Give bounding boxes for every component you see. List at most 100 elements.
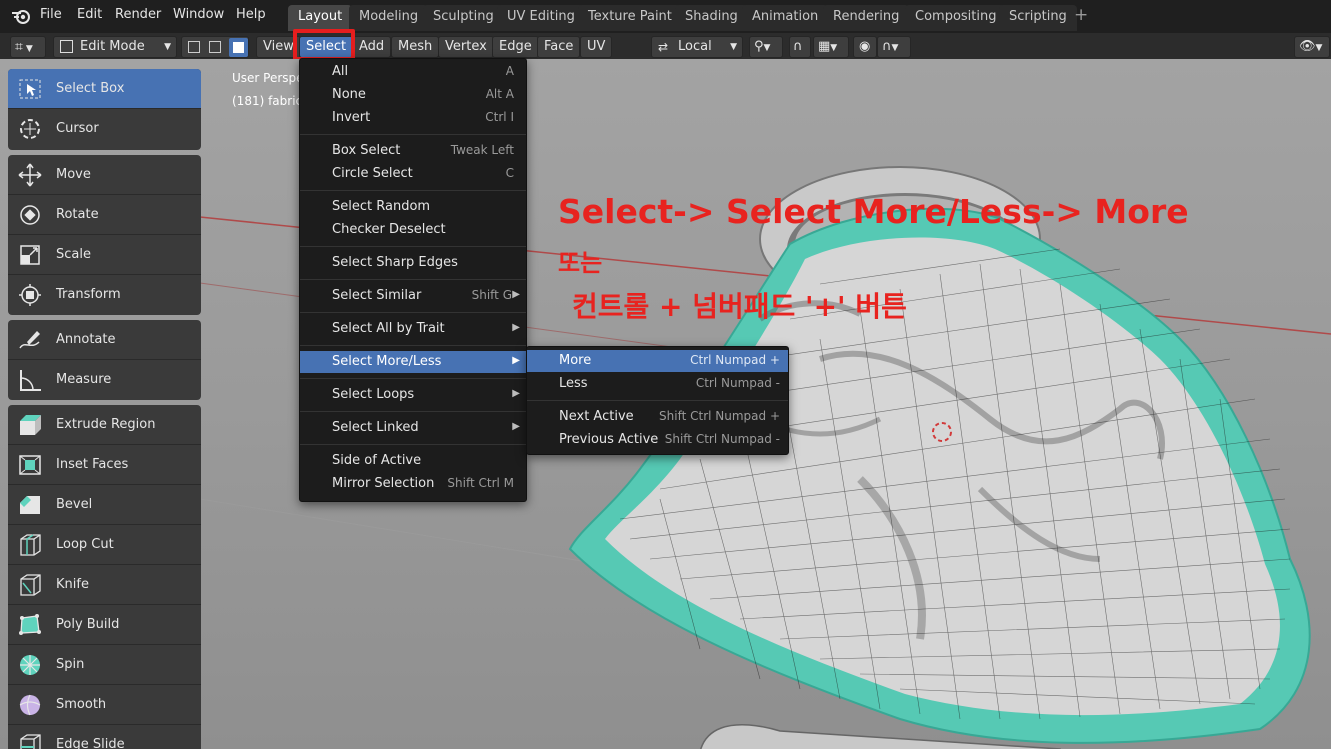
tab-modeling[interactable]: Modeling	[349, 5, 429, 31]
tab-animation[interactable]: Animation	[742, 5, 829, 31]
face-menu[interactable]: Face	[537, 36, 581, 58]
pivot-point-button[interactable]: ⚲▼	[749, 36, 783, 58]
menu-edit[interactable]: Edit	[77, 7, 102, 22]
tab-shading[interactable]: Shading	[675, 5, 748, 31]
chevron-down-icon: ▼	[763, 43, 771, 53]
extrude-region-icon	[17, 413, 43, 437]
edge-menu[interactable]: Edge	[492, 36, 539, 58]
menu-item-circle-select[interactable]: Circle Select C	[300, 163, 526, 185]
edge-select-icon[interactable]	[209, 41, 221, 53]
menu-item-side-of-active[interactable]: Side of Active	[300, 450, 526, 472]
tool-label: Inset Faces	[56, 457, 129, 472]
bevel-icon	[17, 493, 43, 517]
visibility-dropdown[interactable]: 👁▼	[1294, 36, 1330, 58]
orientation-icon: ⇄	[658, 40, 669, 54]
chevron-down-icon: ▼	[164, 42, 171, 52]
tab-uv-editing[interactable]: UV Editing	[497, 5, 585, 31]
menu-item-none[interactable]: None Alt A	[300, 84, 526, 106]
tool-label: Rotate	[56, 207, 99, 222]
tool-poly-build[interactable]: Poly Build	[8, 605, 201, 645]
menu-item-select-linked[interactable]: Select Linked ▶	[300, 417, 526, 439]
menu-item-select-random[interactable]: Select Random	[300, 196, 526, 218]
menu-render[interactable]: Render	[115, 7, 161, 22]
tool-group-transform: Move Rotate Scale Transform	[8, 155, 201, 315]
menu-window[interactable]: Window	[173, 7, 224, 22]
move-icon	[17, 163, 43, 187]
mode-dropdown[interactable]: Edit Mode ▼	[53, 36, 177, 58]
tool-annotate[interactable]: Annotate	[8, 320, 201, 360]
proportional-edit-toggle[interactable]: ◉	[853, 36, 877, 58]
menu-file[interactable]: File	[40, 7, 62, 22]
menu-item-select-similar[interactable]: Select Similar Shift G ▶	[300, 285, 526, 307]
annotation-line-3: 컨트롤 + 넘버패드 '+' 버튼	[572, 290, 907, 323]
menu-item-select-sharp-edges[interactable]: Select Sharp Edges	[300, 252, 526, 274]
knife-icon	[17, 573, 43, 597]
menu-item-box-select[interactable]: Box Select Tweak Left	[300, 140, 526, 162]
mesh-menu[interactable]: Mesh	[391, 36, 440, 58]
menu-item-select-more-less[interactable]: Select More/Less ▶	[300, 351, 526, 373]
tab-sculpting[interactable]: Sculpting	[423, 5, 504, 31]
menu-separator	[300, 312, 526, 313]
transform-icon	[17, 283, 43, 307]
menu-item-mirror-selection[interactable]: Mirror Selection Shift Ctrl M	[300, 473, 526, 495]
snap-settings-button[interactable]: ▦▼	[813, 36, 849, 58]
tool-knife[interactable]: Knife	[8, 565, 201, 605]
tool-select-box[interactable]: Select Box	[8, 69, 201, 109]
menu-item-select-all-by-trait[interactable]: Select All by Trait ▶	[300, 318, 526, 340]
menu-item-more[interactable]: More Ctrl Numpad +	[527, 350, 788, 372]
snap-toggle[interactable]: ∩	[789, 36, 811, 58]
tool-extrude-region[interactable]: Extrude Region	[8, 405, 201, 445]
menu-item-all[interactable]: All A	[300, 61, 526, 83]
transform-orientation-dropdown[interactable]: ⇄ Local ▼	[651, 36, 743, 58]
editor-type-button[interactable]: ⌗ ▼	[10, 36, 46, 58]
tool-transform[interactable]: Transform	[8, 275, 201, 315]
menu-item-checker-deselect[interactable]: Checker Deselect	[300, 219, 526, 241]
tool-inset-faces[interactable]: Inset Faces	[8, 445, 201, 485]
tool-spin[interactable]: Spin	[8, 645, 201, 685]
tool-group-annotate: Annotate Measure	[8, 320, 201, 400]
menu-item-less[interactable]: Less Ctrl Numpad -	[527, 373, 788, 395]
vertex-select-icon[interactable]	[188, 41, 200, 53]
tab-layout[interactable]: Layout	[288, 5, 353, 31]
tool-edge-slide[interactable]: Edge Slide	[8, 725, 201, 749]
inset-faces-icon	[17, 453, 43, 477]
menu-item-next-active[interactable]: Next Active Shift Ctrl Numpad +	[527, 406, 788, 428]
tool-label: Loop Cut	[56, 537, 114, 552]
tool-label: Cursor	[56, 121, 99, 136]
uv-menu[interactable]: UV	[580, 36, 613, 58]
face-select-icon[interactable]	[229, 38, 248, 57]
tab-scripting[interactable]: Scripting	[999, 5, 1077, 31]
loop-cut-icon	[17, 533, 43, 557]
menu-item-invert[interactable]: Invert Ctrl I	[300, 107, 526, 129]
tab-rendering[interactable]: Rendering	[823, 5, 910, 31]
tool-label: Scale	[56, 247, 91, 262]
submenu-arrow-icon: ▶	[512, 421, 520, 432]
tool-label: Bevel	[56, 497, 93, 512]
menu-separator	[300, 246, 526, 247]
tool-scale[interactable]: Scale	[8, 235, 201, 275]
menu-help[interactable]: Help	[236, 7, 266, 22]
tab-compositing[interactable]: Compositing	[905, 5, 1007, 31]
menu-item-select-loops[interactable]: Select Loops ▶	[300, 384, 526, 406]
tool-loop-cut[interactable]: Loop Cut	[8, 525, 201, 565]
tool-bevel[interactable]: Bevel	[8, 485, 201, 525]
add-menu[interactable]: Add	[352, 36, 392, 58]
menu-item-previous-active[interactable]: Previous Active Shift Ctrl Numpad -	[527, 429, 788, 451]
pivot-icon: ⚲	[754, 39, 764, 54]
tool-rotate[interactable]: Rotate	[8, 195, 201, 235]
select-menu-highlight-frame	[293, 29, 355, 61]
more-less-submenu: More Ctrl Numpad + Less Ctrl Numpad - Next…	[526, 346, 789, 455]
blender-logo-icon[interactable]	[11, 7, 31, 25]
falloff-button[interactable]: ∩▼	[877, 36, 911, 58]
spin-icon	[17, 653, 43, 677]
tab-texture-paint[interactable]: Texture Paint	[578, 5, 682, 31]
mode-label: Edit Mode	[80, 39, 145, 54]
submenu-arrow-icon: ▶	[512, 355, 520, 366]
add-workspace-button[interactable]: +	[1074, 5, 1088, 25]
snap-increment-icon: ▦	[818, 39, 831, 54]
tool-move[interactable]: Move	[8, 155, 201, 195]
tool-cursor[interactable]: Cursor	[8, 109, 201, 149]
vertex-menu[interactable]: Vertex	[438, 36, 494, 58]
tool-measure[interactable]: Measure	[8, 360, 201, 400]
tool-smooth[interactable]: Smooth	[8, 685, 201, 725]
